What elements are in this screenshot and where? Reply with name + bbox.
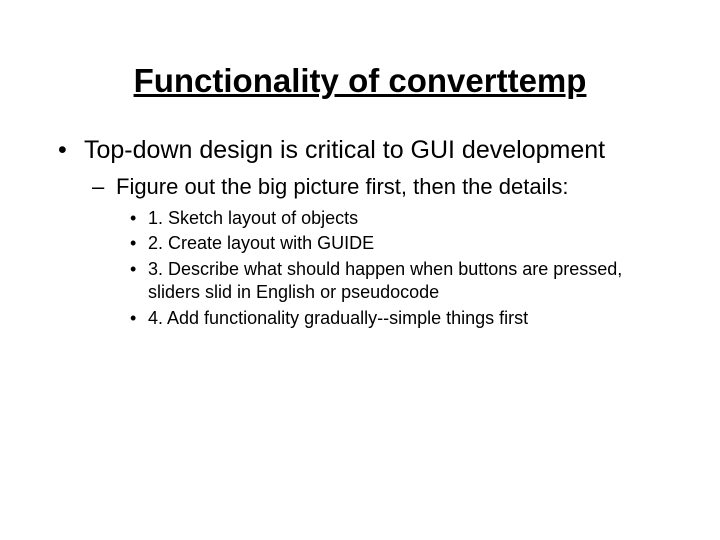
bullet-list-level-2: Figure out the big picture first, then t… [90, 173, 666, 331]
bullet-text: Top-down design is critical to GUI devel… [84, 136, 605, 164]
bullet-text: 3. Describe what should happen when butt… [148, 259, 622, 302]
bullet-text: 2. Create layout with GUIDE [148, 233, 374, 253]
list-item: Top-down design is critical to GUI devel… [54, 135, 666, 330]
list-item: 3. Describe what should happen when butt… [126, 258, 666, 305]
bullet-list-level-1: Top-down design is critical to GUI devel… [54, 135, 666, 330]
slide-title: Functionality of converttemp [54, 60, 666, 101]
slide: Functionality of converttemp Top-down de… [0, 0, 720, 540]
bullet-list-level-3: 1. Sketch layout of objects 2. Create la… [126, 207, 666, 330]
list-item: 2. Create layout with GUIDE [126, 232, 666, 255]
bullet-text: Figure out the big picture first, then t… [116, 174, 568, 199]
list-item: Figure out the big picture first, then t… [90, 173, 666, 331]
bullet-text: 4. Add functionality gradually--simple t… [148, 308, 528, 328]
list-item: 1. Sketch layout of objects [126, 207, 666, 230]
list-item: 4. Add functionality gradually--simple t… [126, 307, 666, 330]
bullet-text: 1. Sketch layout of objects [148, 208, 358, 228]
